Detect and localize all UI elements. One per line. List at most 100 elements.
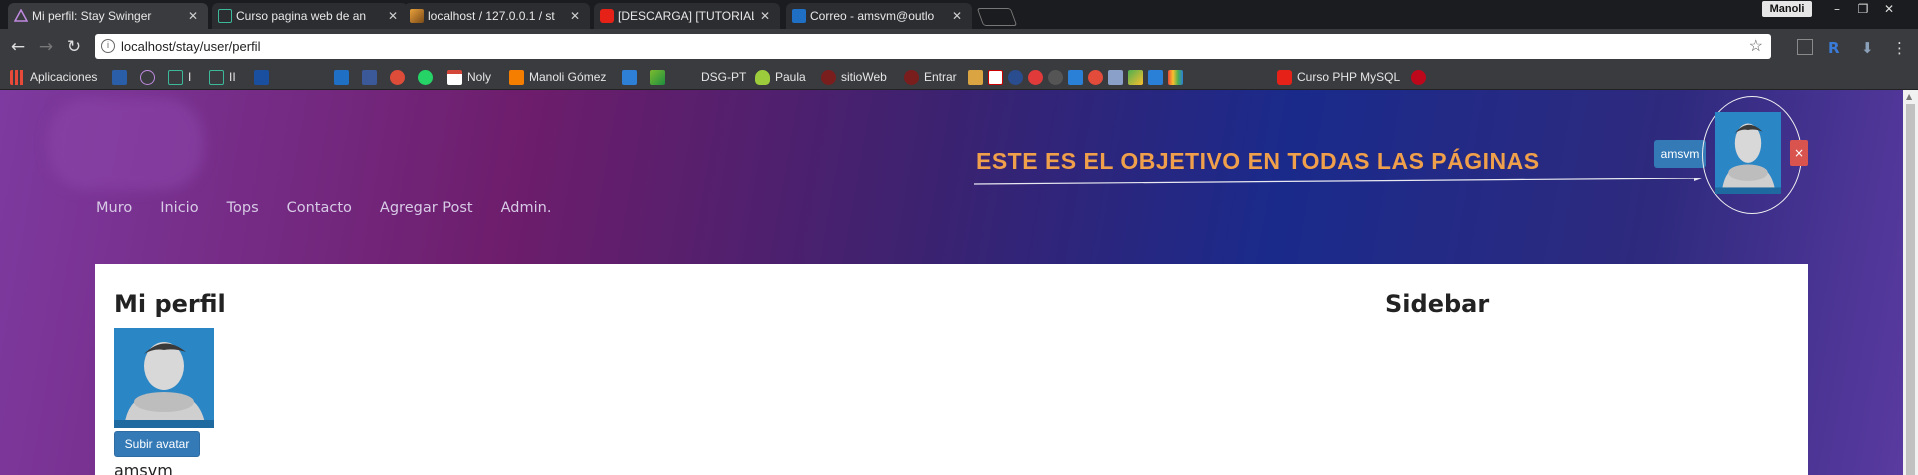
bookmark-outlook[interactable]: [334, 68, 354, 86]
tab-phpmyadmin[interactable]: localhost / 127.0.0.1 / st ✕: [404, 3, 590, 29]
x-tool-icon: [622, 69, 637, 85]
user-menu-button[interactable]: amsvm: [1654, 140, 1706, 168]
bookmark-manoli-gomez[interactable]: Manoli Gómez: [509, 68, 606, 86]
bookmark-pinterest[interactable]: [1411, 68, 1431, 86]
stay-logo-icon: [13, 8, 29, 23]
nav-tops[interactable]: Tops: [227, 200, 259, 216]
f-icon: [1088, 69, 1103, 85]
r-extension-icon[interactable]: R: [1828, 39, 1844, 57]
youtube-icon: [600, 9, 614, 23]
header-logo-shape: [48, 98, 204, 190]
kotlin-icon: [650, 69, 665, 85]
info-bookmark-icon: [1008, 69, 1023, 85]
maps-icon: [1128, 69, 1143, 85]
phpmyadmin-icon: [410, 9, 424, 23]
tab-title: [DESCARGA] [TUTORIAL]: [618, 9, 754, 23]
bookmark-paypal[interactable]: [254, 68, 274, 86]
scroll-up-icon[interactable]: ▲: [1906, 92, 1912, 101]
outlook-icon: [792, 9, 806, 23]
nav-admin[interactable]: Admin.: [501, 200, 552, 216]
e-icon: [1148, 69, 1163, 85]
bookmark-kotlin[interactable]: [650, 68, 670, 86]
web-icon: [904, 69, 919, 85]
tab-correo[interactable]: Correo - amsvm@outlo ✕: [786, 3, 972, 29]
course-icon: [218, 9, 232, 23]
info-icon[interactable]: i: [101, 39, 115, 53]
tab-title: Curso pagina web de an: [236, 9, 367, 23]
bookmark-stay[interactable]: [140, 68, 160, 86]
close-button[interactable]: ×: [1790, 140, 1808, 166]
flag-icon: [968, 69, 983, 85]
close-icon[interactable]: ✕: [388, 9, 398, 23]
bookmark-icon-strip[interactable]: [968, 68, 1188, 86]
nav-inicio[interactable]: Inicio: [160, 200, 198, 216]
nav-agregar-post[interactable]: Agregar Post: [380, 200, 473, 216]
bookmark-paula[interactable]: Paula: [755, 68, 806, 86]
stay-logo-icon: [140, 69, 155, 85]
screenshot-extension-icon[interactable]: [1797, 39, 1813, 55]
bookmark-aplicaciones[interactable]: Aplicaciones: [10, 68, 97, 86]
bookmark-entrar[interactable]: Entrar: [904, 68, 957, 86]
tab-title: Correo - amsvm@outlo: [810, 9, 935, 23]
forward-icon[interactable]: →: [36, 37, 56, 57]
annotation-text: ESTE ES EL OBJETIVO EN TODAS LAS PÁGINAS: [976, 148, 1540, 174]
upload-avatar-button[interactable]: Subir avatar: [114, 431, 200, 457]
bookmark-curso-php-mysql[interactable]: Curso PHP MySQL: [1277, 68, 1400, 86]
main-nav: Muro Inicio Tops Contacto Agregar Post A…: [96, 200, 551, 216]
bookmark-star-icon[interactable]: ☆: [1749, 36, 1763, 56]
close-icon[interactable]: ✕: [760, 9, 770, 23]
scrollbar-thumb[interactable]: [1906, 104, 1915, 475]
address-toolbar: ← → ↻ i localhost/stay/user/perfil ☆ R ⬇…: [0, 29, 1918, 64]
back-icon[interactable]: ←: [8, 37, 28, 57]
bookmark-dsg-pt[interactable]: DSG-PT: [701, 68, 746, 86]
bookmark-ts[interactable]: [112, 68, 132, 86]
bookmark-ii[interactable]: II: [209, 68, 236, 86]
browser-profile-button[interactable]: Manoli: [1762, 1, 1812, 17]
nav-muro[interactable]: Muro: [96, 200, 132, 216]
page-scrollbar[interactable]: ▲: [1903, 90, 1918, 475]
header-avatar[interactable]: [1715, 112, 1781, 194]
tab-mi-perfil[interactable]: Mi perfil: Stay Swinger ✕: [8, 3, 208, 29]
close-icon[interactable]: ✕: [570, 9, 580, 23]
bookmark-facebook[interactable]: [362, 68, 382, 86]
bookmark-x-tool[interactable]: [622, 68, 642, 86]
close-icon[interactable]: ✕: [188, 9, 198, 23]
course-icon: [168, 69, 183, 85]
menu-icon[interactable]: ⋮: [1892, 39, 1908, 57]
url-text: localhost/stay/user/perfil: [121, 39, 261, 54]
window-close-icon[interactable]: ✕: [1876, 0, 1902, 18]
opera-icon: [1028, 69, 1043, 85]
bulb-icon: [755, 69, 770, 85]
bookmark-noly[interactable]: Noly: [447, 68, 491, 86]
tab-title: localhost / 127.0.0.1 / st: [428, 9, 555, 23]
pinterest-icon: [1411, 69, 1426, 85]
bookmark-sitioweb[interactable]: sitioWeb: [821, 68, 887, 86]
bookmark-i[interactable]: I: [168, 68, 191, 86]
sidebar-title: Sidebar: [1385, 290, 1490, 318]
tab-title: Mi perfil: Stay Swinger: [32, 9, 152, 23]
restore-icon[interactable]: ❐: [1850, 0, 1876, 18]
pdf-icon: [988, 69, 1003, 85]
minimize-icon[interactable]: –: [1824, 0, 1850, 18]
apps-grid-icon: [10, 69, 25, 85]
download-extension-icon[interactable]: ⬇: [1861, 39, 1877, 57]
bookmarks-bar: Aplicaciones I II Noly Manoli Gómez DSG-…: [0, 64, 1918, 90]
flag-blue-icon: [1068, 69, 1083, 85]
youtube-icon: [1277, 69, 1292, 85]
bookmark-whatsapp[interactable]: [418, 68, 438, 86]
course-icon: [209, 69, 224, 85]
new-tab-button[interactable]: [976, 8, 1018, 26]
gmail-icon: [447, 69, 462, 85]
tab-descarga[interactable]: [DESCARGA] [TUTORIAL] ✕: [594, 3, 780, 29]
grid-color-icon: [1168, 69, 1183, 85]
reload-icon[interactable]: ↻: [64, 37, 84, 57]
profile-username: amsvm: [114, 461, 173, 475]
paypal-icon: [254, 69, 269, 85]
url-bar[interactable]: i localhost/stay/user/perfil ☆: [95, 34, 1771, 59]
bookmark-google-plus[interactable]: [390, 68, 410, 86]
tab-curso[interactable]: Curso pagina web de an ✕: [212, 3, 408, 29]
close-icon[interactable]: ✕: [952, 9, 962, 23]
nav-contacto[interactable]: Contacto: [287, 200, 352, 216]
play-icon: [1048, 69, 1063, 85]
web-icon: [821, 69, 836, 85]
